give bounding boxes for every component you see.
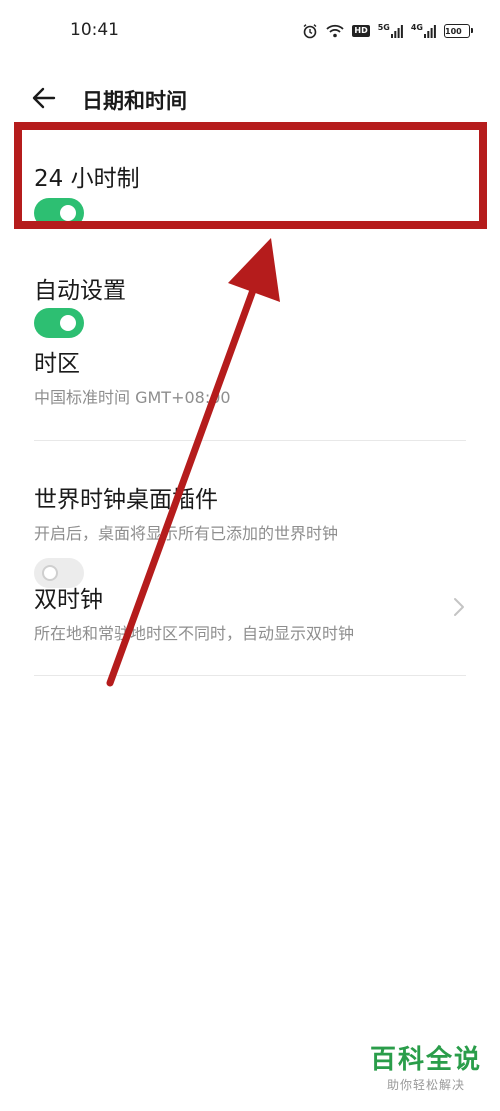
watermark-title: 百科全说 (369, 1045, 482, 1075)
setting-world-clock[interactable]: 世界时钟桌面插件 开启后，桌面将显示所有已添加的世界时钟 (34, 480, 466, 588)
setting-world-clock-subtitle: 开启后，桌面将显示所有已添加的世界时钟 (34, 524, 339, 543)
back-arrow-icon[interactable] (30, 86, 58, 110)
toggle-auto-set[interactable] (34, 308, 84, 338)
watermark-subtitle: 助你轻松解决 (386, 1078, 465, 1092)
page-title: 日期和时间 (82, 89, 187, 113)
toggle-knob (60, 315, 76, 331)
divider (34, 440, 466, 441)
toggle-knob (42, 565, 58, 581)
status-time: 10:41 (70, 20, 119, 40)
setting-auto-set[interactable]: 自动设置 (34, 274, 466, 338)
page-header: 日期和时间 (0, 78, 500, 120)
network-5g-label: 5G (377, 23, 390, 32)
wifi-icon (326, 24, 345, 38)
divider (34, 675, 466, 676)
status-bar: 10:41 HD 5G 4G 100 (0, 0, 500, 62)
chevron-right-icon (452, 596, 466, 618)
setting-world-clock-title: 世界时钟桌面插件 (34, 487, 218, 513)
setting-timezone[interactable]: 时区 中国标准时间 GMT+08:00 (34, 344, 466, 408)
signal-4g-icon: 4G (411, 24, 436, 38)
alarm-icon (302, 23, 318, 39)
hd-badge: HD (352, 25, 370, 37)
signal-5g-icon: 5G (378, 24, 403, 38)
setting-timezone-title: 时区 (34, 351, 80, 377)
battery-icon: 100 (444, 24, 473, 38)
network-4g-label: 4G (410, 23, 423, 32)
setting-timezone-subtitle: 中国标准时间 GMT+08:00 (34, 388, 231, 407)
setting-dual-clock[interactable]: 双时钟 所在地和常驻地时区不同时，自动显示双时钟 (34, 580, 466, 644)
highlight-box (14, 122, 487, 229)
setting-auto-set-title: 自动设置 (34, 278, 126, 304)
setting-dual-clock-title: 双时钟 (34, 587, 103, 613)
setting-dual-clock-subtitle: 所在地和常驻地时区不同时，自动显示双时钟 (34, 624, 355, 643)
watermark-logo: 百科全说 助你轻松解决 (370, 1044, 482, 1093)
status-icons: HD 5G 4G 100 (302, 22, 473, 40)
